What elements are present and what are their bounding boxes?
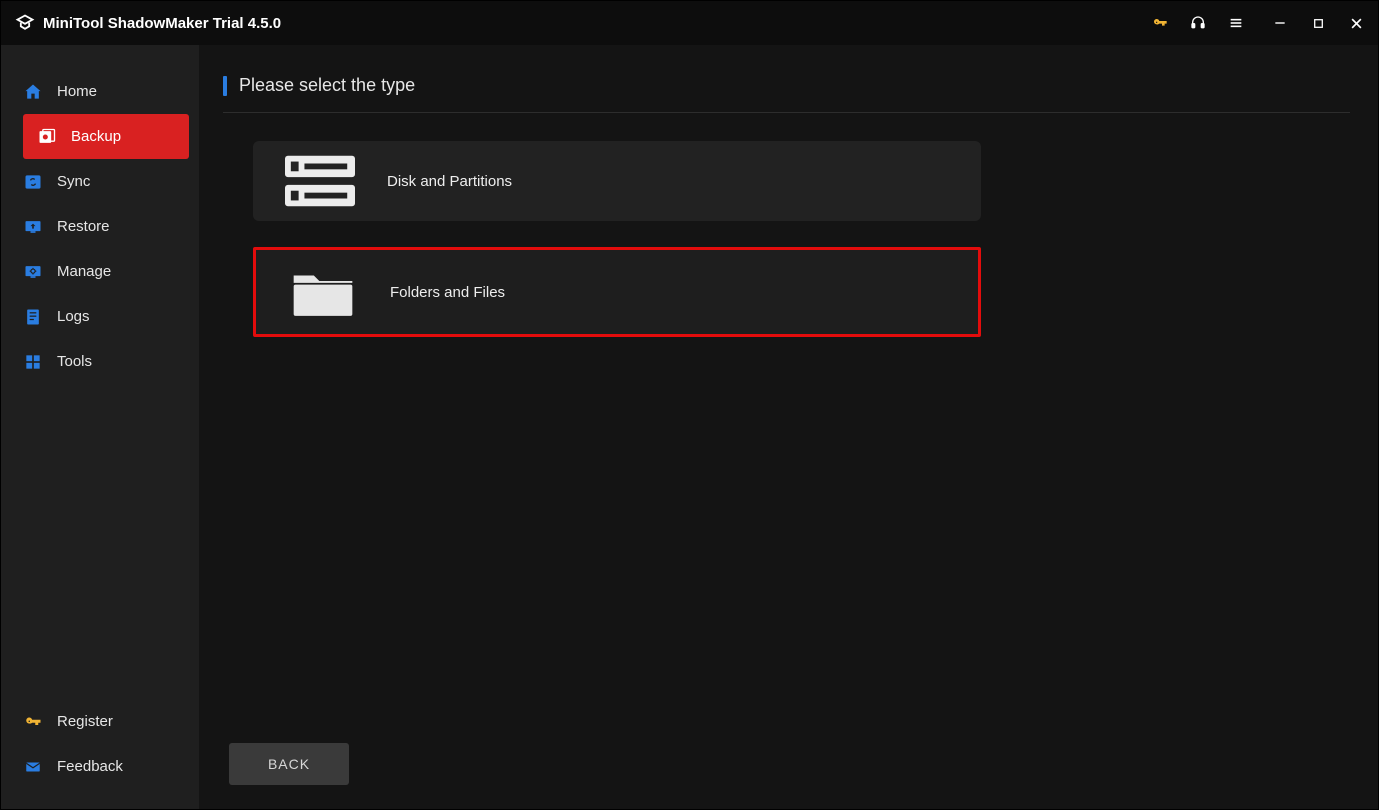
tools-icon [23, 352, 43, 372]
title-bar: MiniTool ShadowMaker Trial 4.5.0 [1, 1, 1378, 45]
sidebar-item-feedback[interactable]: Feedback [1, 744, 199, 789]
sidebar-item-label: Sync [57, 173, 90, 190]
headset-icon[interactable] [1190, 15, 1206, 31]
title-bar-right [1152, 15, 1364, 31]
sidebar-item-label: Manage [57, 263, 111, 280]
menu-icon[interactable] [1228, 15, 1244, 31]
mail-icon [23, 757, 43, 777]
footer-row: BACK [223, 743, 1350, 791]
sidebar-item-label: Restore [57, 218, 110, 235]
sidebar-item-label: Feedback [57, 758, 123, 775]
sidebar-item-tools[interactable]: Tools [1, 339, 199, 384]
option-disk-partitions[interactable]: Disk and Partitions [253, 141, 981, 221]
sidebar-item-sync[interactable]: Sync [1, 159, 199, 204]
app-logo-icon [15, 13, 35, 33]
sidebar-item-register[interactable]: Register [1, 699, 199, 744]
content-area: Please select the type Disk [199, 45, 1378, 809]
sidebar: Home Backup [1, 45, 199, 809]
restore-icon [23, 217, 43, 237]
sidebar-item-restore[interactable]: Restore [1, 204, 199, 249]
option-folders-files[interactable]: Folders and Files [253, 247, 981, 337]
sidebar-item-label: Home [57, 83, 97, 100]
sidebar-item-backup[interactable]: Backup [23, 114, 189, 159]
options-area: Disk and Partitions Folders and Files [223, 141, 1350, 337]
option-label: Folders and Files [390, 284, 505, 301]
app-title: MiniTool ShadowMaker Trial 4.5.0 [43, 15, 281, 32]
sidebar-item-logs[interactable]: Logs [1, 294, 199, 339]
sidebar-item-label: Register [57, 713, 113, 730]
close-icon[interactable] [1348, 15, 1364, 31]
app-body: Home Backup [1, 45, 1378, 809]
minimize-icon[interactable] [1272, 15, 1288, 31]
sidebar-item-label: Logs [57, 308, 90, 325]
window-controls [1272, 15, 1364, 31]
backup-icon [37, 127, 57, 147]
sidebar-bottom: Register Feedback [1, 699, 199, 789]
home-icon [23, 82, 43, 102]
register-key-icon [23, 712, 43, 732]
page-header: Please select the type [223, 75, 1350, 113]
page-header-accent [223, 76, 227, 96]
sidebar-item-manage[interactable]: Manage [1, 249, 199, 294]
page-title: Please select the type [239, 75, 415, 96]
option-label: Disk and Partitions [387, 173, 512, 190]
sidebar-item-label: Tools [57, 353, 92, 370]
sync-icon [23, 172, 43, 192]
sidebar-item-home[interactable]: Home [1, 69, 199, 114]
maximize-icon[interactable] [1310, 15, 1326, 31]
back-button[interactable]: BACK [229, 743, 349, 785]
sidebar-top: Home Backup [1, 69, 199, 699]
folder-icon [288, 264, 358, 320]
title-bar-left: MiniTool ShadowMaker Trial 4.5.0 [15, 13, 281, 33]
manage-icon [23, 262, 43, 282]
disk-partitions-icon [285, 153, 355, 209]
key-icon[interactable] [1152, 15, 1168, 31]
app-window: MiniTool ShadowMaker Trial 4.5.0 [0, 0, 1379, 810]
logs-icon [23, 307, 43, 327]
sidebar-item-label: Backup [71, 128, 121, 145]
